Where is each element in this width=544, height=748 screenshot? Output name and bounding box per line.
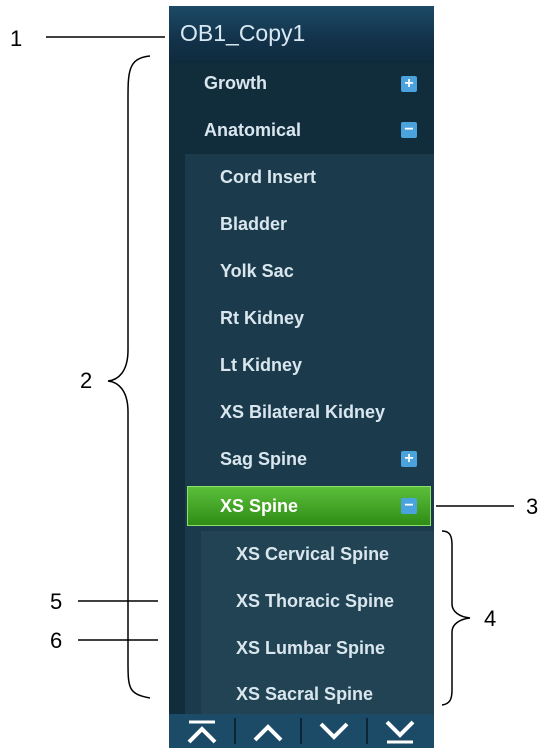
callout-3: 3 <box>526 494 539 519</box>
callout-5: 5 <box>50 589 63 614</box>
callout-4: 4 <box>484 606 497 631</box>
callout-1: 1 <box>10 26 23 51</box>
callout-2: 2 <box>80 368 93 393</box>
callout-6: 6 <box>50 628 63 653</box>
